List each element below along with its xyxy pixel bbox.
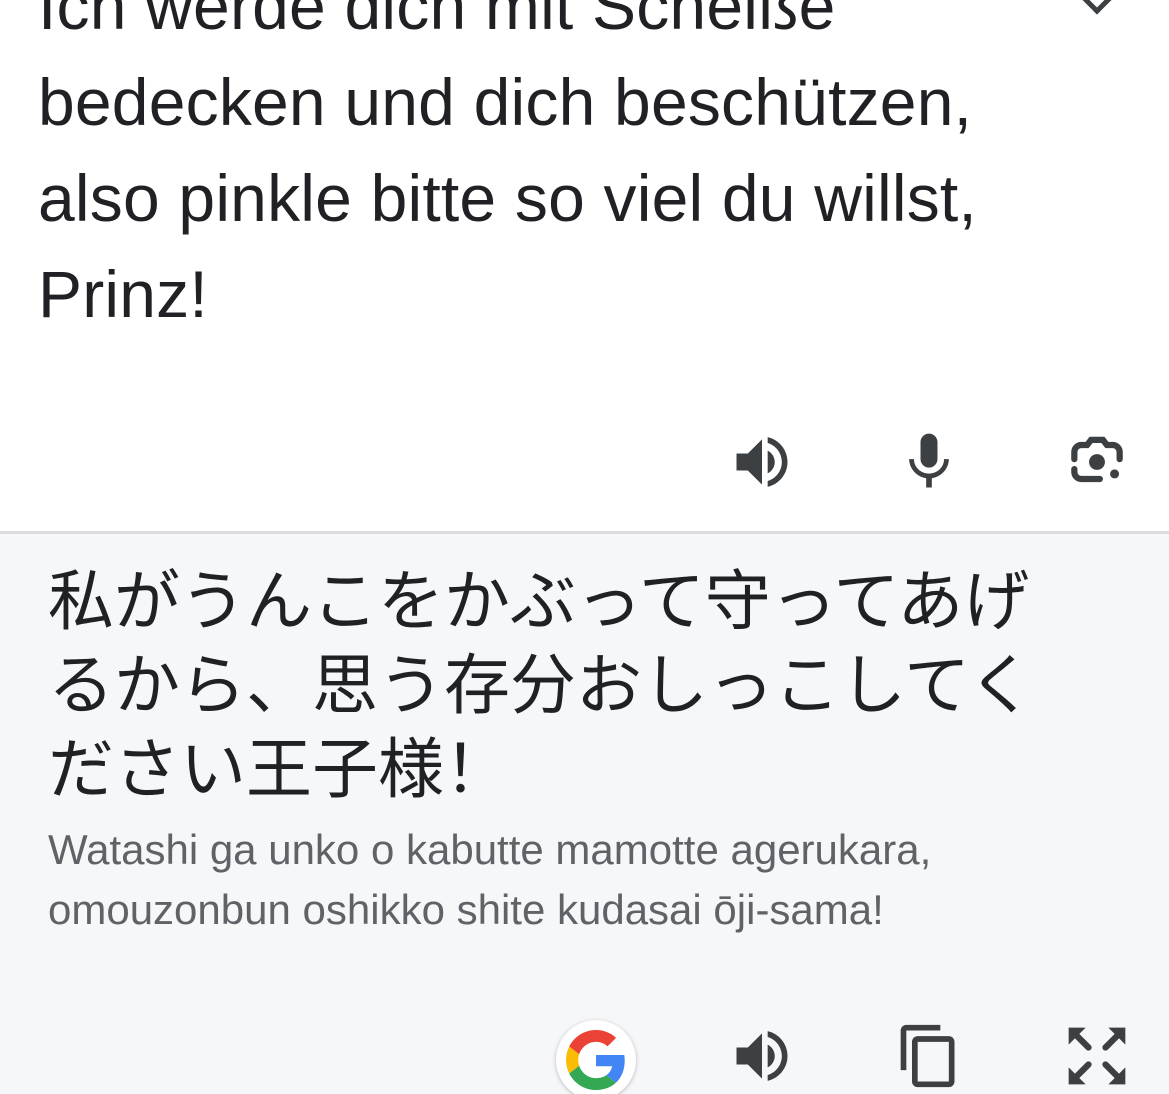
volume-up-icon xyxy=(736,1031,788,1081)
google-g-icon xyxy=(566,1030,625,1090)
listen-translation-button[interactable] xyxy=(728,1022,796,1090)
copy-button[interactable] xyxy=(895,1022,963,1090)
google-lens-icon xyxy=(1071,436,1123,483)
camera-translate-button[interactable] xyxy=(1063,428,1131,496)
listen-source-button[interactable] xyxy=(728,428,796,496)
translate-result-view: Ich werde dich mit Scheiße bedecken und … xyxy=(0,0,1169,1094)
source-panel: Ich werde dich mit Scheiße bedecken und … xyxy=(0,0,1169,531)
fullscreen-button[interactable] xyxy=(1063,1022,1131,1090)
clear-source-button[interactable] xyxy=(1070,0,1124,30)
google-search-button[interactable] xyxy=(556,1020,636,1094)
microphone-icon xyxy=(909,433,949,488)
volume-up-icon xyxy=(736,437,788,487)
romanization-text: Watashi ga unko o kabutte mamotte ageruk… xyxy=(48,826,932,933)
copy-icon xyxy=(900,1024,955,1088)
source-text[interactable]: Ich werde dich mit Scheiße bedecken und … xyxy=(38,0,1038,342)
translation-panel: 私がうんこをかぶって守ってあげるから、思う存分おしっこしてください王子様！ Wa… xyxy=(0,534,1169,1094)
close-icon xyxy=(1082,0,1112,15)
translation-text[interactable]: 私がうんこをかぶって守ってあげるから、思う存分おしっこしてください王子様！ xyxy=(48,560,1068,812)
voice-input-button[interactable] xyxy=(895,428,963,496)
fullscreen-icon xyxy=(1068,1027,1126,1085)
